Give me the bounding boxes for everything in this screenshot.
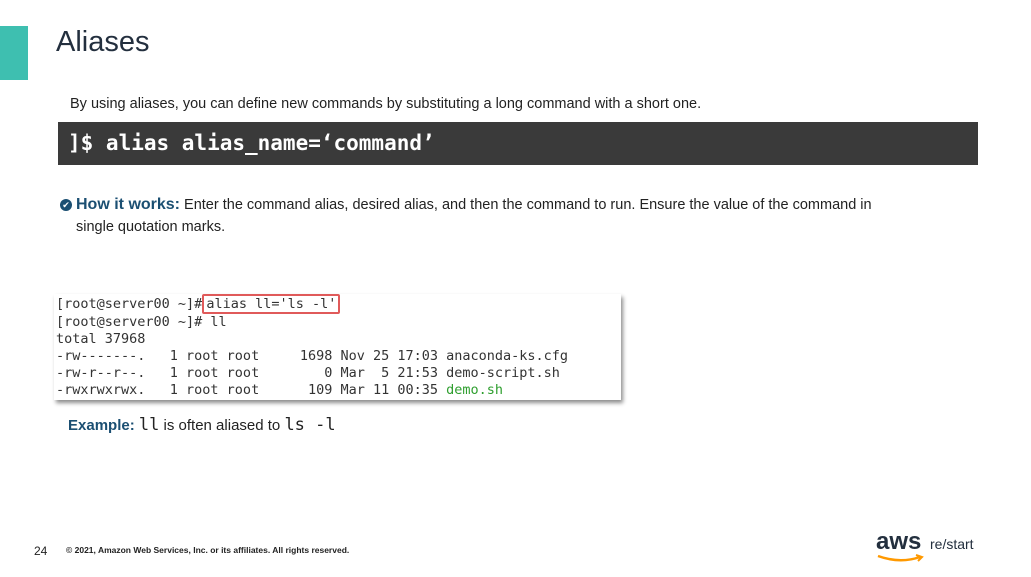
terminal-line-2: [root@server00 ~]# ll: [56, 314, 227, 330]
syntax-command-bar: ]$ alias alias_name=‘command’: [58, 122, 978, 165]
terminal-screenshot: [root@server00 ~]# alias ll='ls -l' [root…: [54, 294, 621, 400]
how-text-1: Enter the command alias, desired alias, …: [184, 197, 872, 213]
terminal-line-1: [root@server00 ~]# alias ll='ls -l': [56, 294, 341, 314]
check-bullet-icon: ✔: [60, 199, 72, 211]
how-text-2: single quotation marks.: [76, 219, 226, 235]
aws-logo-text: aws: [876, 528, 922, 555]
terminal-row-2: -rw-r--r--. 1 root root 0 Mar 5 21:53 de…: [56, 365, 560, 381]
how-label: How it works:: [76, 196, 181, 213]
slide-title: Aliases: [56, 26, 150, 58]
example-code-ls: ls -l: [284, 415, 336, 435]
example-label: Example:: [68, 417, 135, 434]
example-line: Example: ll is often aliased to ls -l: [68, 415, 336, 435]
terminal-prompt: [root@server00 ~]#: [56, 296, 203, 312]
example-middle-text: is often aliased to: [159, 417, 285, 434]
how-it-works: ✔ How it works: Enter the command alias, …: [60, 194, 960, 238]
intro-text: By using aliases, you can define new com…: [70, 96, 702, 112]
copyright-text: © 2021, Amazon Web Services, Inc. or its…: [66, 545, 350, 555]
terminal-exec-file: demo.sh: [446, 382, 504, 398]
alias-command-highlight: alias ll='ls -l': [202, 294, 341, 314]
terminal-line-3: total 37968: [56, 331, 146, 347]
accent-bar: [0, 26, 28, 80]
terminal-row-1: -rw-------. 1 root root 1698 Nov 25 17:0…: [56, 348, 569, 364]
terminal-row-3-prefix: -rwxrwxrwx. 1 root root 109 Mar 11 00:35: [56, 382, 447, 398]
example-code-ll: ll: [138, 415, 160, 435]
aws-restart-logo: aws re/start: [876, 528, 986, 568]
restart-logo-text: re/start: [930, 536, 974, 552]
aws-smile-icon: [877, 554, 924, 562]
terminal-row-3: -rwxrwxrwx. 1 root root 109 Mar 11 00:35…: [56, 382, 503, 398]
page-number: 24: [34, 544, 48, 558]
